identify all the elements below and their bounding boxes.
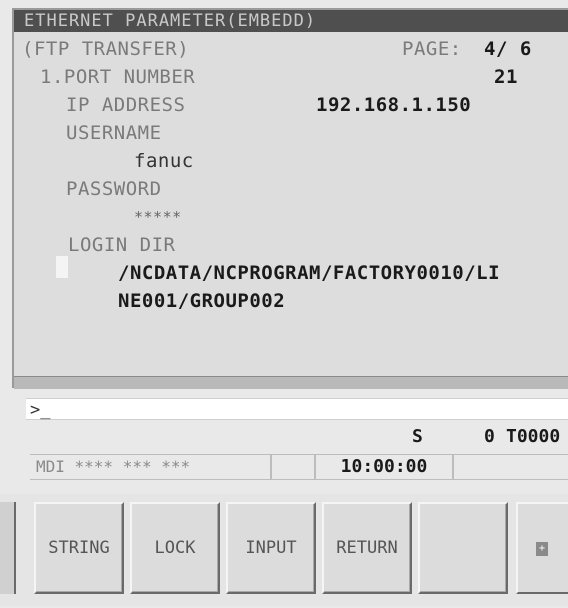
clock: 10:00:00 — [314, 455, 454, 479]
softkey-return[interactable]: RETURN — [322, 502, 412, 594]
softkey-string[interactable]: STRING — [34, 502, 124, 594]
softkey-next[interactable]: + — [516, 502, 568, 594]
password-value[interactable]: ***** — [134, 206, 182, 228]
login-dir-value-line1[interactable]: /NCDATA/NCPROGRAM/FACTORY0010/LI — [118, 262, 500, 284]
mode-status-bar: MDI **** *** *** 10:00:00 — [30, 454, 568, 480]
softkey-bar: STRING LOCK INPUT RETURN + — [0, 494, 568, 606]
parameter-panel: (FTP TRANSFER) PAGE: 4/ 6 1.PORT NUMBER … — [14, 32, 568, 376]
edit-cursor — [56, 256, 68, 278]
key-input-buffer[interactable]: >_ — [26, 398, 568, 420]
ip-address-label: IP ADDRESS — [66, 94, 186, 116]
port-number-value[interactable]: 21 — [494, 66, 518, 88]
mode-indicator: MDI **** *** *** — [30, 455, 272, 479]
parameter-screen: ETHERNET PARAMETER(EMBEDD) (FTP TRANSFER… — [12, 8, 568, 389]
password-label: PASSWORD — [66, 178, 162, 200]
softkey-return-edge[interactable] — [0, 502, 16, 594]
ip-address-value[interactable]: 192.168.1.150 — [316, 94, 471, 116]
section-title: (FTP TRANSFER) — [22, 38, 190, 60]
spindle-label: S — [412, 426, 423, 447]
login-dir-label: LOGIN DIR — [68, 234, 176, 256]
spindle-value: 0 — [484, 426, 495, 447]
page-label: PAGE: — [402, 38, 462, 60]
screen-bottom-strip — [14, 376, 568, 389]
softkey-blank[interactable] — [418, 502, 508, 594]
username-label: USERNAME — [66, 122, 162, 144]
spindle-tool-status: S 0 T0000 — [0, 426, 568, 448]
tool-number: T0000 — [506, 426, 561, 447]
softkey-input[interactable]: INPUT — [226, 502, 316, 594]
username-value[interactable]: fanuc — [134, 150, 194, 172]
screen-title: ETHERNET PARAMETER(EMBEDD) — [14, 10, 568, 32]
page-indicator: 4/ 6 — [484, 38, 532, 60]
next-page-icon: + — [536, 542, 548, 556]
login-dir-value-line2[interactable]: NE001/GROUP002 — [118, 290, 285, 312]
softkey-lock[interactable]: LOCK — [130, 502, 220, 594]
port-number-label: 1.PORT NUMBER — [40, 66, 196, 88]
